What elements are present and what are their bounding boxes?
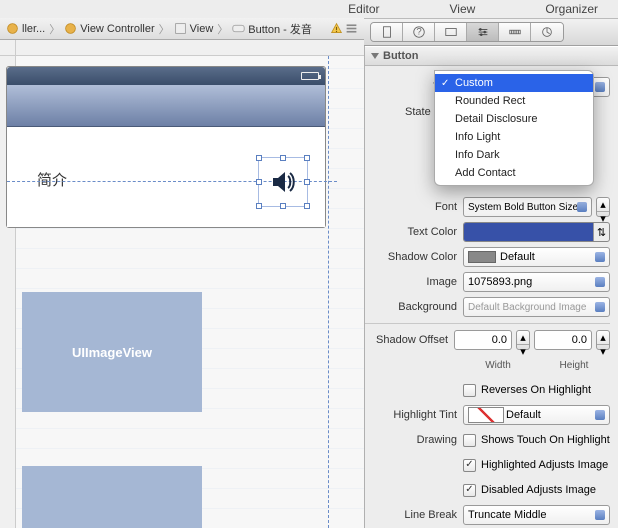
help-icon: ?: [412, 25, 426, 39]
warning-icon[interactable]: [330, 22, 343, 35]
circle-icon: [6, 22, 19, 35]
selection-handles[interactable]: [258, 157, 308, 207]
no-color-icon: [468, 407, 504, 423]
label-drawing: Drawing: [365, 434, 463, 446]
offset-h-stepper[interactable]: ▴▾: [596, 330, 610, 350]
imageview-placeholder[interactable]: UIImageView: [22, 292, 202, 412]
menu-view[interactable]: View: [450, 2, 476, 16]
tab-size[interactable]: [499, 23, 531, 41]
square-icon: [174, 22, 187, 35]
bc-item-viewcontroller[interactable]: View Controller: [64, 22, 154, 35]
circle-icon: [64, 22, 77, 35]
tab-connections[interactable]: [531, 23, 563, 41]
label-image: Image: [365, 276, 463, 288]
dropdown-option[interactable]: Rounded Rect: [435, 92, 593, 110]
dropdown-option[interactable]: Info Light: [435, 128, 593, 146]
offset-w-stepper[interactable]: ▴▾: [516, 330, 530, 350]
bc-item-view[interactable]: View: [174, 22, 214, 35]
type-dropdown-menu[interactable]: CustomRounded RectDetail DisclosureInfo …: [434, 70, 594, 186]
nav-bar: [7, 85, 325, 127]
disabled-adjusts-label: Disabled Adjusts Image: [481, 484, 596, 496]
background-combo[interactable]: Default Background Image: [463, 297, 610, 317]
inspector-tab-bar: ?: [364, 18, 618, 46]
sublabel-height: Height: [538, 360, 610, 371]
line-break-combo[interactable]: Truncate Middle: [463, 505, 610, 525]
shadow-offset-width[interactable]: 0.0: [454, 330, 512, 350]
shadow-offset-height[interactable]: 0.0: [534, 330, 592, 350]
tab-attributes[interactable]: [467, 23, 499, 41]
id-icon: [444, 25, 458, 39]
shows-touch-label: Shows Touch On Highlight: [481, 434, 610, 446]
image-combo[interactable]: 1075893.png: [463, 272, 610, 292]
ruler-icon: [508, 25, 522, 39]
menu-editor[interactable]: Editor: [348, 2, 379, 16]
label-jianjie[interactable]: 简介: [37, 169, 67, 190]
label-shadow-color: Shadow Color: [365, 251, 463, 263]
label-shadow-offset: Shadow Offset: [365, 334, 454, 346]
chevron-right-icon: 〉: [217, 21, 228, 37]
highlight-tint-combo[interactable]: Default: [463, 405, 610, 425]
canvas-pane: 简介 UIImageView: [0, 40, 364, 528]
label-text-color: Text Color: [365, 226, 463, 238]
imageview-placeholder[interactable]: [22, 466, 202, 528]
shadow-color-combo[interactable]: Default: [463, 247, 610, 267]
chevron-right-icon: 〉: [49, 21, 60, 37]
document-icon: [380, 25, 394, 39]
reverses-checkbox[interactable]: [463, 384, 476, 397]
disclosure-triangle-icon: [371, 53, 379, 59]
arrow-icon: [540, 25, 554, 39]
dropdown-option[interactable]: Add Contact: [435, 164, 593, 182]
tab-file-inspector[interactable]: [371, 23, 403, 41]
sublabel-width: Width: [462, 360, 534, 371]
reverses-label: Reverses On Highlight: [481, 384, 591, 396]
disabled-adjusts-checkbox[interactable]: [463, 484, 476, 497]
section-title: Button: [383, 50, 418, 62]
label-font: Font: [365, 201, 463, 213]
chevron-right-icon: 〉: [159, 21, 170, 37]
section-header-button[interactable]: Button: [365, 46, 618, 66]
jump-bar: ller... 〉 View Controller 〉 View 〉 Butto…: [0, 18, 364, 40]
label-highlight-tint: Highlight Tint: [365, 409, 463, 421]
highlighted-adjusts-label: Highlighted Adjusts Image: [481, 459, 608, 471]
ruler-horizontal: [16, 40, 364, 56]
tab-identity[interactable]: [435, 23, 467, 41]
outline-menu-icon[interactable]: [345, 22, 358, 35]
highlighted-adjusts-checkbox[interactable]: [463, 459, 476, 472]
phone-frame: 简介: [6, 66, 326, 228]
battery-icon: [301, 72, 319, 80]
design-canvas[interactable]: 简介 UIImageView: [16, 56, 364, 528]
font-stepper[interactable]: ▴▾: [596, 197, 610, 217]
tab-quick-help[interactable]: ?: [403, 23, 435, 41]
status-bar: [7, 67, 325, 85]
app-menu-bar: Editor View Organizer: [0, 0, 618, 18]
font-combo[interactable]: System Bold Button Size: [463, 197, 592, 217]
dropdown-option[interactable]: Custom: [435, 74, 593, 92]
sliders-icon: [476, 25, 490, 39]
bc-item-controller[interactable]: ller...: [6, 22, 45, 35]
svg-text:?: ?: [416, 27, 421, 38]
phone-body: 简介: [7, 127, 325, 227]
label-background: Background: [365, 301, 463, 313]
dropdown-option[interactable]: Detail Disclosure: [435, 110, 593, 128]
dropdown-option[interactable]: Info Dark: [435, 146, 593, 164]
menu-organizer[interactable]: Organizer: [545, 2, 598, 16]
ruler-corner: [0, 40, 16, 56]
inspector-tab-group: ?: [370, 22, 564, 42]
button-icon: [232, 22, 245, 35]
label-line-break: Line Break: [365, 509, 463, 521]
text-color-well[interactable]: ⇅: [463, 222, 610, 242]
guide-vertical: [328, 56, 329, 528]
shows-touch-checkbox[interactable]: [463, 434, 476, 447]
bc-item-button[interactable]: Button - 发音: [232, 21, 312, 37]
